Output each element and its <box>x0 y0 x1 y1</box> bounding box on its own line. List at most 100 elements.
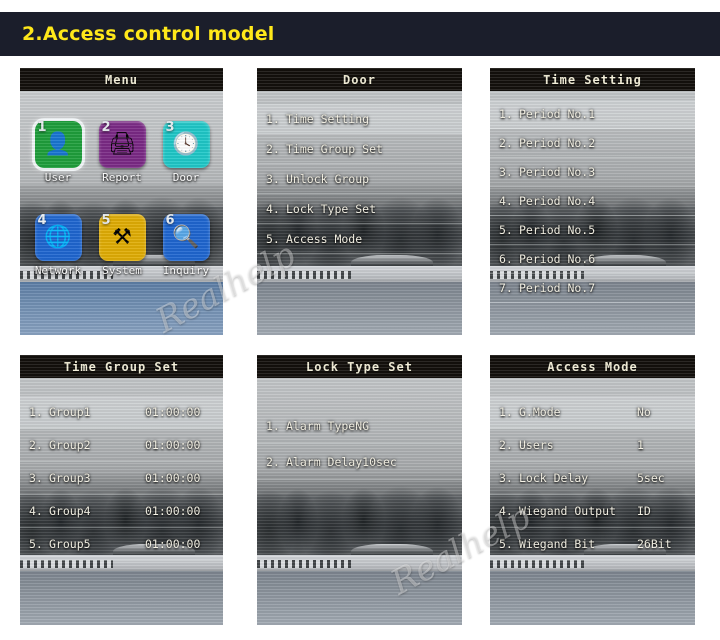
menu-item-network[interactable]: 4 🌐 Network <box>27 213 89 277</box>
list-item[interactable]: 2. Users 1 <box>490 429 695 462</box>
item-value: 01:00:00 <box>145 504 201 518</box>
item-label: Users <box>519 438 554 452</box>
item-index: 5. <box>29 537 43 551</box>
list-item[interactable]: 5. Group5 01:00:00 <box>20 528 223 561</box>
menu-item-label: Network <box>34 264 82 277</box>
screenshot-grid: Menu 1 👤 User 2 🖨 Report 3 🕓 Door 4 🌐 Ne… <box>0 68 720 640</box>
item-index: 1. <box>499 107 513 121</box>
titlebar-time-group-set: Time Group Set <box>20 355 223 378</box>
item-label: Group5 <box>49 537 91 551</box>
list-item[interactable]: 3. Lock Delay 5sec <box>490 462 695 495</box>
screen-title: Time Group Set <box>63 359 180 374</box>
device-screen-lock-type-set: Lock Type Set 1. Alarm Type NG 2. Alarm … <box>257 355 462 625</box>
menu-item-door[interactable]: 3 🕓 Door <box>155 120 217 184</box>
menu-item-label: Report <box>102 171 142 184</box>
list-item[interactable]: 1. Group1 01:00:00 <box>20 396 223 429</box>
item-index: 2. <box>266 141 280 156</box>
list-item[interactable]: 1. Period No.1 <box>490 100 695 129</box>
tools-icon[interactable]: 5 ⚒ <box>98 213 146 261</box>
item-label: Group3 <box>49 471 91 485</box>
item-index: 3. <box>499 165 513 179</box>
item-index: 1. <box>499 405 513 419</box>
screen-title: Lock Type Set <box>306 359 413 374</box>
item-index: 3. <box>499 471 513 485</box>
item-index: 4. <box>499 194 513 208</box>
item-label: Period No.6 <box>519 252 596 266</box>
device-screen-access-mode: Access Mode 1. G.Mode No 2. Users 1 3. L… <box>490 355 695 625</box>
item-index: 5. <box>499 223 513 237</box>
item-label: Period No.2 <box>519 136 596 150</box>
titlebar-menu: Menu <box>20 68 223 91</box>
list-item[interactable]: 3. Group3 01:00:00 <box>20 462 223 495</box>
item-label: Period No.5 <box>519 223 596 237</box>
magnifier-icon[interactable]: 6 🔍 <box>162 213 210 261</box>
list-item[interactable]: 1. Alarm Type NG <box>257 408 462 444</box>
screen-title: Door <box>343 72 376 87</box>
item-label: G.Mode <box>519 405 561 419</box>
item-label: Lock Delay <box>519 471 589 485</box>
titlebar-time-setting: Time Setting <box>490 68 695 91</box>
menu-item-label: User <box>44 171 72 184</box>
item-value: 01:00:00 <box>145 537 201 551</box>
item-index: 3. <box>266 171 280 186</box>
menu-icon-grid: 1 👤 User 2 🖨 Report 3 🕓 Door 4 🌐 Network… <box>20 91 223 335</box>
list-item[interactable]: 3. Period No.3 <box>490 158 695 187</box>
titlebar-lock-type-set: Lock Type Set <box>257 355 462 378</box>
item-label: Wiegand Output <box>519 504 616 518</box>
list-item[interactable]: 2. Time Group Set <box>257 134 462 164</box>
titlebar-door: Door <box>257 68 462 91</box>
menu-item-system[interactable]: 5 ⚒ System <box>91 213 153 277</box>
list-item[interactable]: 4. Wiegand Output ID <box>490 495 695 528</box>
door-clock-icon[interactable]: 3 🕓 <box>162 120 210 168</box>
screen-title: Menu <box>105 72 138 87</box>
list-item[interactable]: 4. Lock Type Set <box>257 194 462 224</box>
door-menu-list: 1. Time Setting 2. Time Group Set 3. Unl… <box>257 91 462 254</box>
list-item[interactable]: 2. Group2 01:00:00 <box>20 429 223 462</box>
list-item[interactable]: 5. Period No.5 <box>490 216 695 245</box>
list-item[interactable]: 7. Period No.7 <box>490 274 695 303</box>
item-value: 01:00:00 <box>145 471 201 485</box>
list-item[interactable]: 2. Alarm Delay 10sec <box>257 444 462 480</box>
item-index: 4. <box>29 504 43 518</box>
device-screen-menu: Menu 1 👤 User 2 🖨 Report 3 🕓 Door 4 🌐 Ne… <box>20 68 223 335</box>
list-item[interactable]: 4. Group4 01:00:00 <box>20 495 223 528</box>
item-label: Period No.4 <box>519 194 596 208</box>
item-value: No <box>637 405 651 419</box>
item-index: 1. <box>29 405 43 419</box>
globe-icon[interactable]: 4 🌐 <box>34 213 82 261</box>
titlebar-access-mode: Access Mode <box>490 355 695 378</box>
menu-item-label: Inquiry <box>162 264 210 277</box>
item-value: ID <box>637 504 651 518</box>
item-index: 2. <box>499 438 513 452</box>
time-group-list: 1. Group1 01:00:00 2. Group2 01:00:00 3.… <box>20 378 223 561</box>
list-item[interactable]: 4. Period No.4 <box>490 187 695 216</box>
list-item[interactable]: 5. Access Mode <box>257 224 462 254</box>
list-item[interactable]: 3. Unlock Group <box>257 164 462 194</box>
item-index: 5. <box>499 537 513 551</box>
item-index: 1. <box>266 111 280 126</box>
printer-icon[interactable]: 2 🖨 <box>98 120 146 168</box>
list-item[interactable]: 1. Time Setting <box>257 104 462 134</box>
list-item[interactable]: 6. Period No.6 <box>490 245 695 274</box>
user-card-icon[interactable]: 1 👤 <box>31 118 85 171</box>
item-label: Lock Type Set <box>286 201 377 216</box>
item-label: Wiegand Bit <box>519 537 596 551</box>
list-item[interactable]: 5. Wiegand Bit 26Bit <box>490 528 695 561</box>
menu-item-label: System <box>102 264 142 277</box>
item-index: 5. <box>266 231 280 246</box>
item-label: Time Setting <box>286 111 370 126</box>
menu-item-report[interactable]: 2 🖨 Report <box>91 120 153 184</box>
section-banner: 2.Access control model <box>0 12 720 56</box>
item-label: Period No.7 <box>519 281 596 295</box>
device-screen-time-group-set: Time Group Set 1. Group1 01:00:00 2. Gro… <box>20 355 223 625</box>
item-label: Access Mode <box>286 231 363 246</box>
menu-item-inquiry[interactable]: 6 🔍 Inquiry <box>155 213 217 277</box>
list-item[interactable]: 1. G.Mode No <box>490 396 695 429</box>
item-value: 01:00:00 <box>145 438 201 452</box>
section-title: 2.Access control model <box>22 23 275 45</box>
menu-item-user[interactable]: 1 👤 User <box>27 118 89 184</box>
item-index: 3. <box>29 471 43 485</box>
lock-type-list: 1. Alarm Type NG 2. Alarm Delay 10sec <box>257 378 462 480</box>
item-index: 2. <box>266 454 280 469</box>
list-item[interactable]: 2. Period No.2 <box>490 129 695 158</box>
